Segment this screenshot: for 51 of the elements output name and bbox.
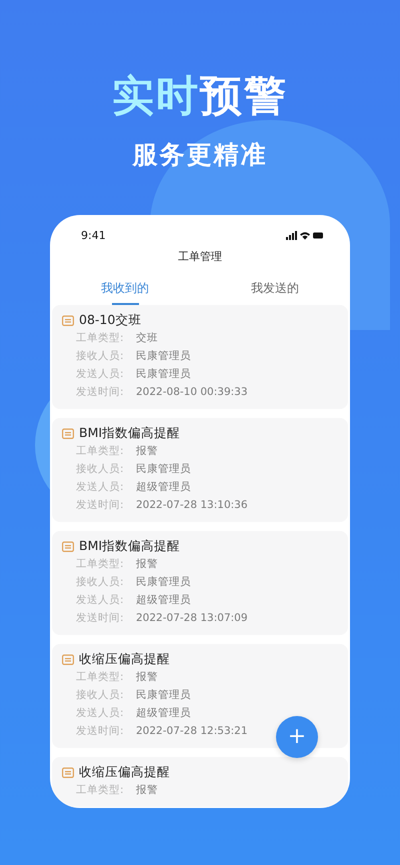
card-title: BMI指数偏高提醒 — [79, 425, 180, 442]
field-value: 报警 — [136, 783, 158, 798]
field-label: 接收人员: — [76, 462, 125, 477]
subtitle: 服务更精准 — [132, 139, 268, 171]
field-value: 报警 — [136, 444, 158, 459]
field-label: 工单类型: — [76, 444, 125, 459]
field-value: 2022-07-28 13:07:09 — [136, 611, 248, 626]
field-label: 工单类型: — [76, 783, 125, 798]
field-label: 接收人员: — [76, 575, 125, 590]
field-label: 工单类型: — [76, 331, 125, 346]
field-label: 发送时间: — [76, 498, 125, 513]
field-value: 超级管理员 — [136, 480, 191, 495]
field-value: 2022-07-28 12:53:21 — [136, 724, 248, 739]
field-value: 2022-07-28 13:10:36 — [136, 498, 248, 513]
status-time: 9:41 — [81, 228, 106, 242]
headline-text: 实时 — [112, 70, 200, 122]
card-title: BMI指数偏高提醒 — [79, 538, 180, 555]
field-label: 发送人员: — [76, 480, 125, 495]
card-title: 收缩压偏高提醒 — [79, 764, 170, 781]
field-label: 发送时间: — [76, 385, 125, 400]
field-label: 发送人员: — [76, 593, 125, 608]
field-value: 2022-08-10 00:39:33 — [136, 385, 248, 400]
work-order-card[interactable]: BMI指数偏高提醒 工单类型: 报警 接收人员: 民康管理员 发送人员: 超级管理员 发送时间: 2022-07-28 13:10:36 — [52, 418, 348, 522]
field-label: 工单类型: — [76, 670, 125, 685]
field-label: 发送人员: — [76, 706, 125, 721]
field-value: 民康管理员 — [136, 367, 191, 382]
card-title: 08-10交班 — [79, 312, 142, 329]
field-value: 民康管理员 — [136, 688, 191, 703]
status-icons — [286, 230, 324, 240]
field-value: 民康管理员 — [136, 349, 191, 364]
field-value: 超级管理员 — [136, 593, 191, 608]
field-value: 超级管理员 — [136, 706, 191, 721]
field-value: 民康管理员 — [136, 462, 191, 477]
field-label: 接收人员: — [76, 349, 125, 364]
work-order-card[interactable]: 08-10交班 工单类型: 交班 接收人员: 民康管理员 发送人员: 民康管理员 发送时间: 2022-08-10 00:39:33 — [52, 305, 348, 409]
tab[interactable]: 我发送的 — [200, 276, 350, 305]
field-label: 发送时间: — [76, 611, 125, 626]
headline-text: 预警 — [200, 70, 288, 122]
screen-title: 工单管理 — [177, 249, 223, 264]
field-value: 交班 — [136, 331, 158, 346]
work-order-card[interactable]: BMI指数偏高提醒 工单类型: 报警 接收人员: 民康管理员 发送人员: 超级管理员 发送时间: 2022-07-28 13:07:09 — [52, 531, 348, 635]
field-label: 接收人员: — [76, 688, 125, 703]
card-title: 收缩压偏高提醒 — [79, 651, 170, 668]
tab[interactable]: 我收到的 — [50, 276, 200, 305]
field-value: 报警 — [136, 670, 158, 685]
field-label: 发送人员: — [76, 367, 125, 382]
work-order-card[interactable]: 收缩压偏高提醒 工单类型: 报警 — [52, 757, 348, 807]
field-label: 工单类型: — [76, 557, 125, 572]
field-value: 报警 — [136, 557, 158, 572]
field-value: 民康管理员 — [136, 575, 191, 590]
field-label: 发送时间: — [76, 724, 125, 739]
